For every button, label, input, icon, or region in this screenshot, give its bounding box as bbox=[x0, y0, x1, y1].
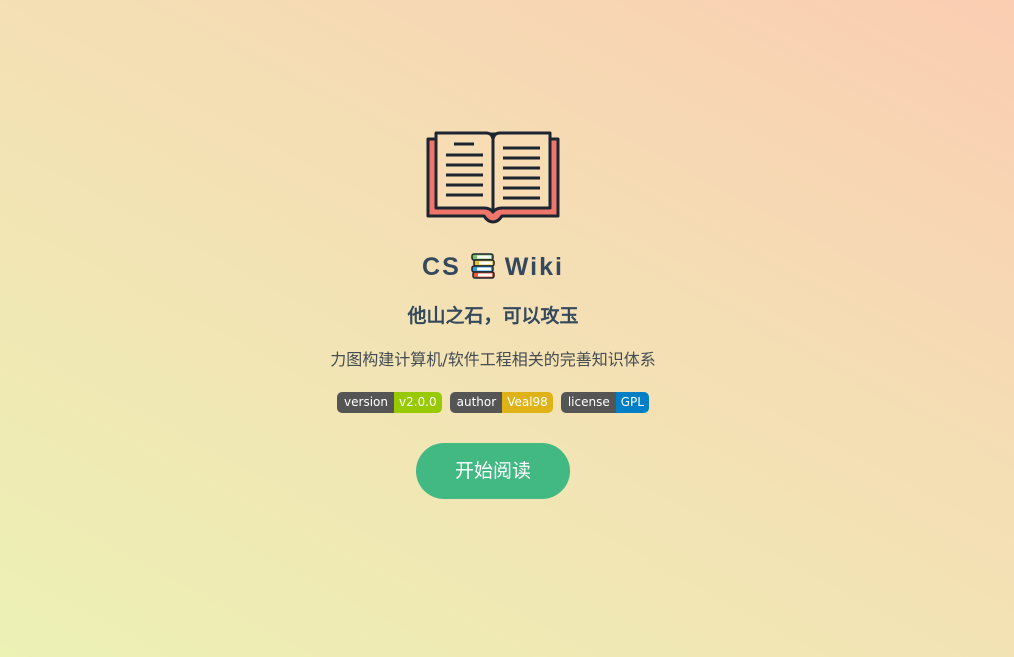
cover-page: CS Wiki 他山之石，可以攻玉 力图构建计算机/软件工程相关的完善知识体系 … bbox=[0, 0, 1014, 657]
tagline: 他山之石，可以攻玉 bbox=[407, 305, 579, 327]
start-reading-button[interactable]: 开始阅读 bbox=[416, 443, 570, 499]
badge-value: Veal98 bbox=[502, 392, 553, 413]
open-book-icon bbox=[426, 131, 560, 224]
title-left: CS bbox=[422, 253, 461, 281]
books-stack-icon bbox=[471, 253, 495, 279]
site-title: CS Wiki bbox=[0, 250, 986, 284]
author-badge[interactable]: author Veal98 bbox=[449, 392, 553, 413]
version-badge[interactable]: version v2.0.0 bbox=[337, 392, 442, 413]
badge-key: author bbox=[449, 392, 503, 413]
badge-key: license bbox=[560, 392, 616, 413]
badge-value: GPL bbox=[615, 392, 649, 413]
title-right: Wiki bbox=[504, 253, 564, 281]
license-badge[interactable]: license GPL bbox=[560, 392, 649, 413]
badge-key: version bbox=[337, 392, 394, 413]
description: 力图构建计算机/软件工程相关的完善知识体系 bbox=[330, 350, 656, 369]
badge-value: v2.0.0 bbox=[394, 392, 442, 413]
badge-row: version v2.0.0 author Veal98 license GPL bbox=[0, 392, 986, 413]
